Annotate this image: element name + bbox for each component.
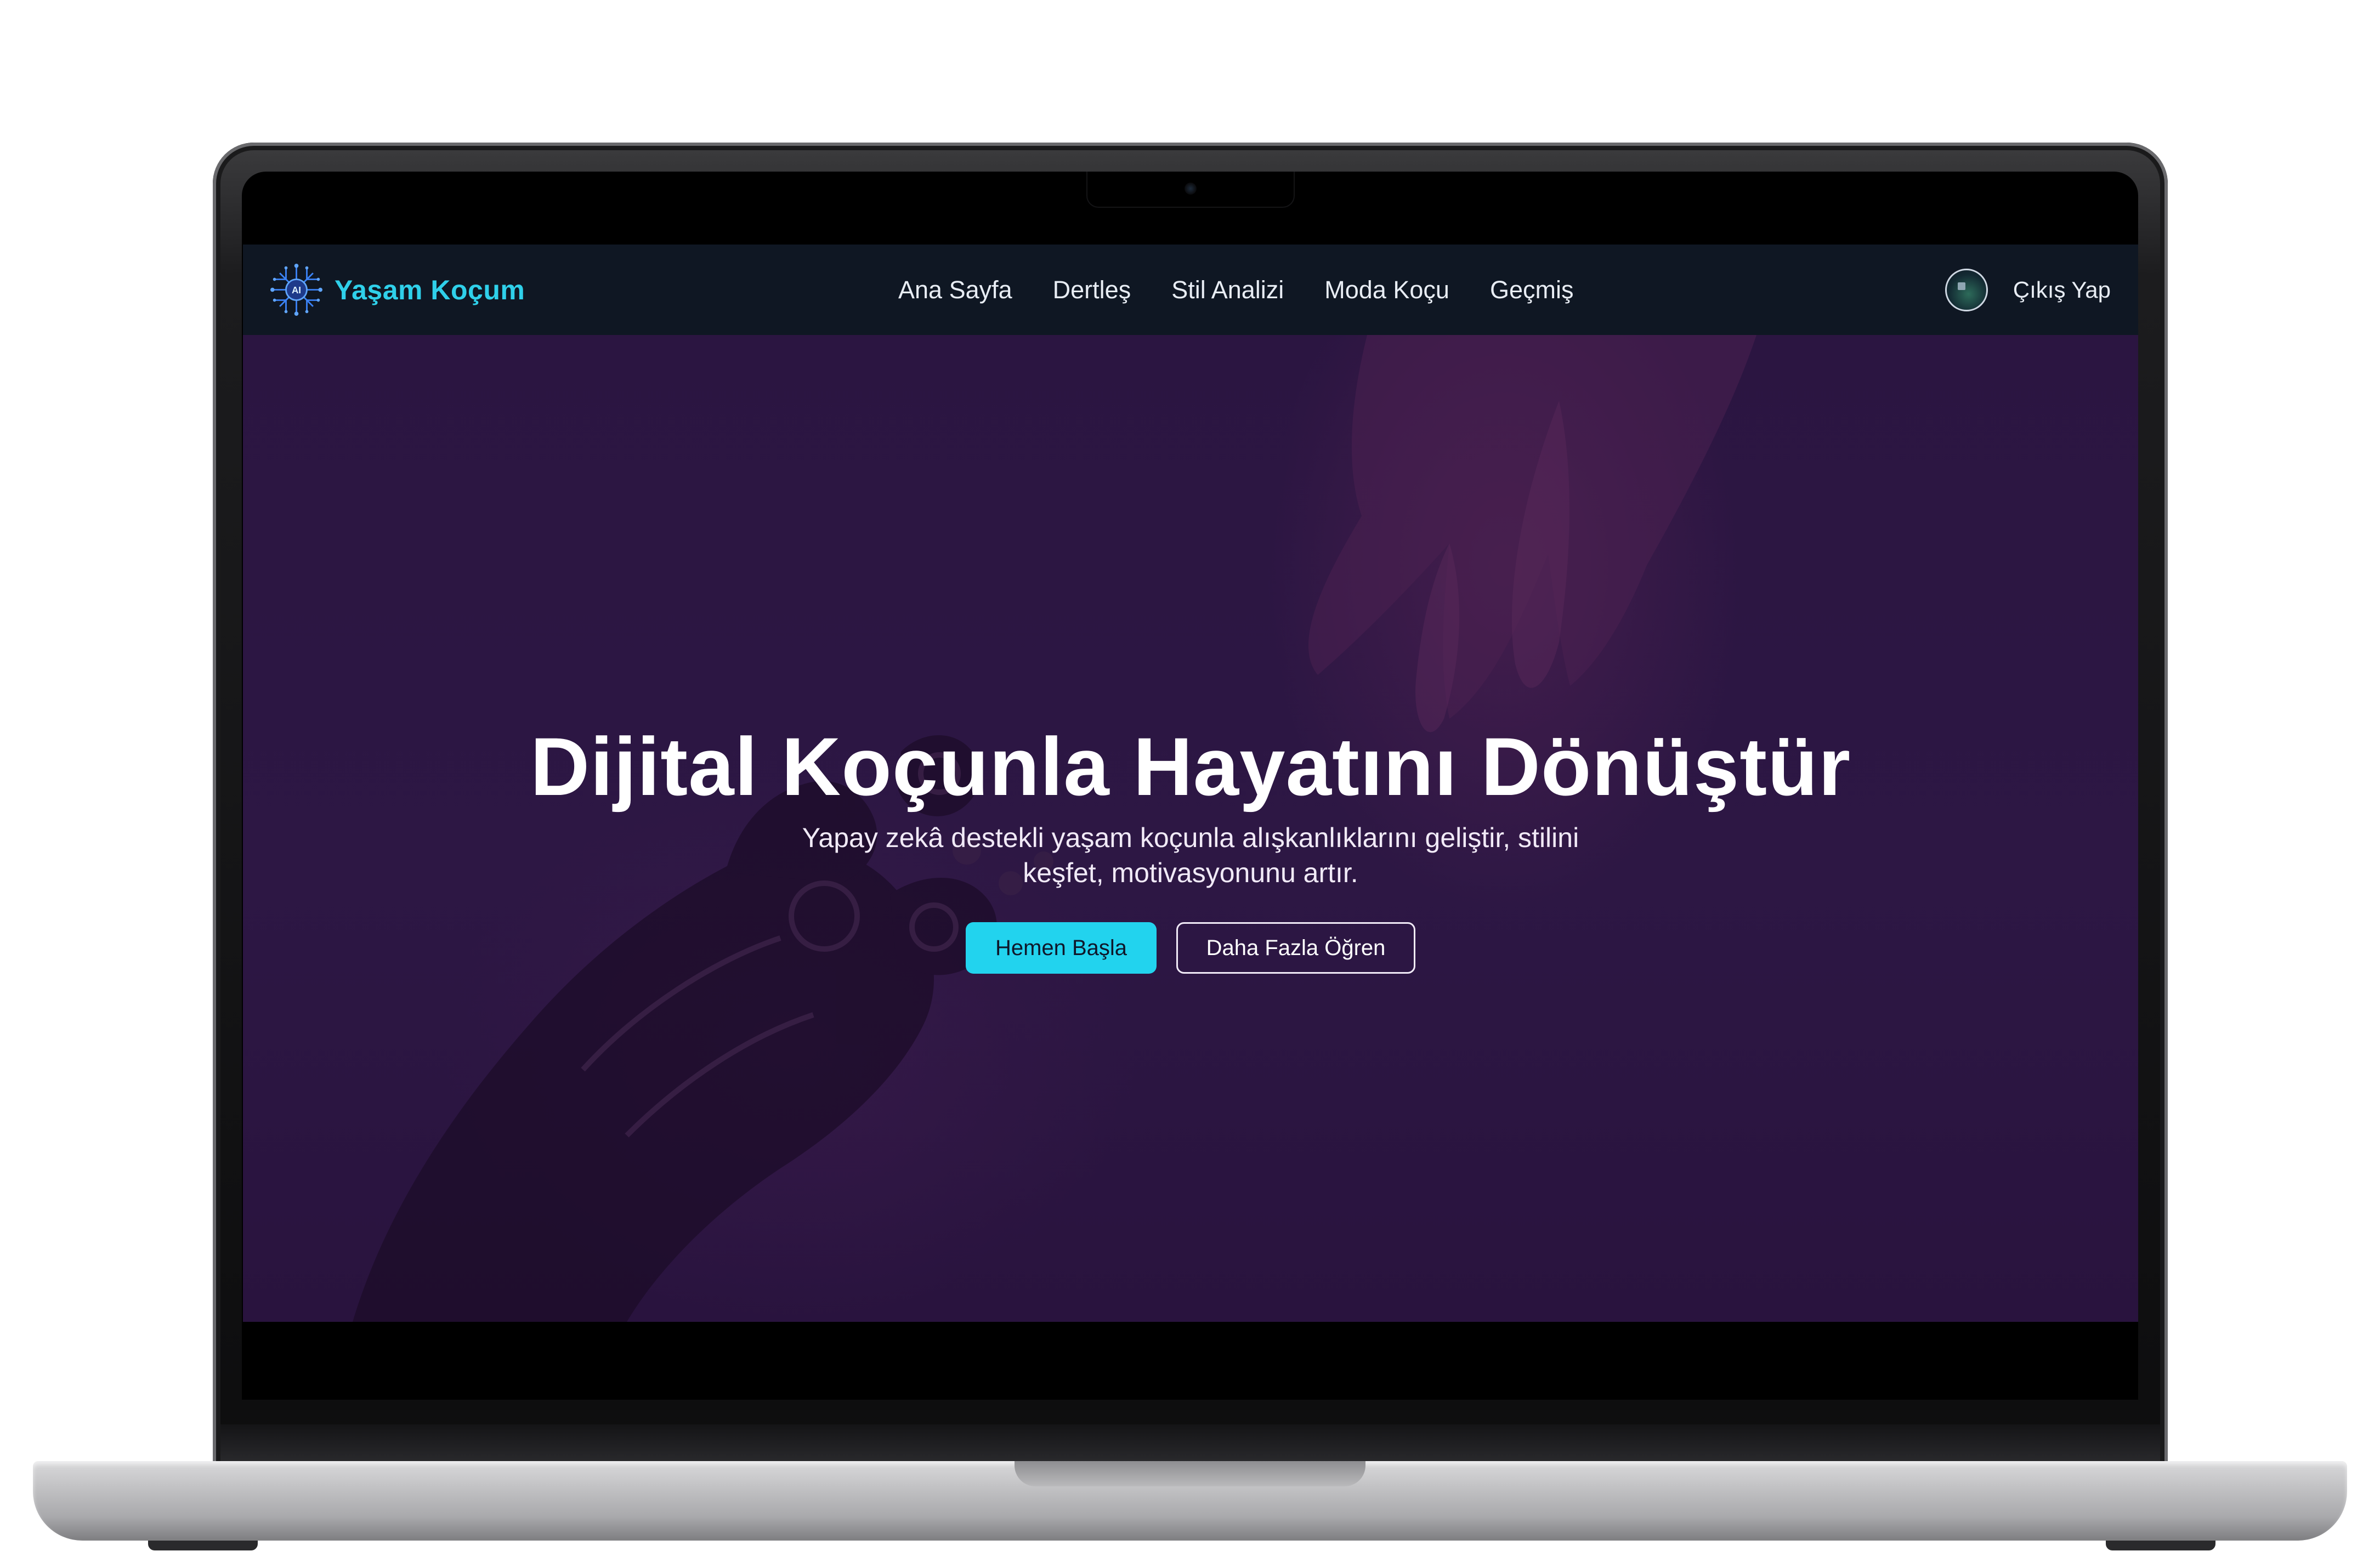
start-now-button[interactable]: Hemen Başla (966, 922, 1157, 974)
camera-notch (1086, 172, 1295, 208)
screen-bottom-edge (243, 1322, 2138, 1325)
nav-item-gecmis[interactable]: Geçmiş (1490, 276, 1574, 304)
svg-text:AI: AI (292, 285, 301, 296)
nav-item-stil-analizi[interactable]: Stil Analizi (1171, 276, 1284, 304)
user-avatar-icon[interactable] (1945, 268, 1988, 311)
nav-item-moda-kocu[interactable]: Moda Koçu (1324, 276, 1449, 304)
nav-user-area: Çıkış Yap (1945, 245, 2111, 335)
hero-buttons: Hemen Başla Daha Fazla Öğren (243, 922, 2138, 974)
screen-bezel: AI Yaşam Koçum Ana Sayfa Dertleş Stil An… (242, 172, 2138, 1400)
nav-item-dertles[interactable]: Dertleş (1053, 276, 1131, 304)
laptop-base (33, 1461, 2347, 1541)
navbar: AI Yaşam Koçum Ana Sayfa Dertleş Stil An… (243, 245, 2138, 335)
browser-screen: AI Yaşam Koçum Ana Sayfa Dertleş Stil An… (243, 245, 2138, 1325)
trackpad-notch (1015, 1461, 1365, 1486)
ai-chip-icon: AI (270, 264, 322, 316)
brand-name[interactable]: Yaşam Koçum (335, 274, 525, 306)
brand-logo[interactable]: AI Yaşam Koçum (270, 245, 525, 335)
left-foot (148, 1541, 258, 1550)
hero-section: Dijital Koçunla Hayatını Dönüştür Yapay … (243, 335, 2138, 1322)
learn-more-button[interactable]: Daha Fazla Öğren (1176, 922, 1415, 974)
camera-icon (1185, 183, 1197, 195)
hero-subtitle: Yapay zekâ destekli yaşam koçunla alışka… (802, 822, 1579, 888)
hero-content: Dijital Koçunla Hayatını Dönüştür Yapay … (243, 719, 2138, 974)
hero-title: Dijital Koçunla Hayatını Dönüştür (530, 720, 1851, 813)
logout-button[interactable]: Çıkış Yap (2013, 277, 2111, 303)
right-foot (2106, 1541, 2215, 1550)
nav-links: Ana Sayfa Dertleş Stil Analizi Moda Koçu… (898, 245, 1573, 335)
nav-item-ana-sayfa[interactable]: Ana Sayfa (898, 276, 1012, 304)
laptop-lid: AI Yaşam Koçum Ana Sayfa Dertleş Stil An… (213, 143, 2168, 1469)
